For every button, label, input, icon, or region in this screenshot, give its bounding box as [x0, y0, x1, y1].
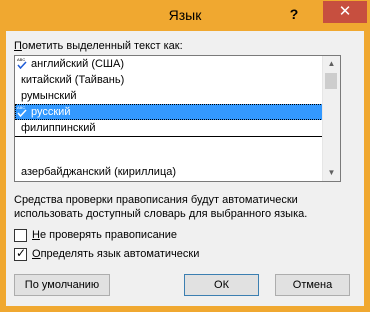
svg-text:ABC: ABC	[17, 57, 25, 62]
list-item	[15, 136, 323, 152]
list-item[interactable]: ABC английский (США)	[15, 56, 323, 72]
list-item[interactable]: румынский	[15, 88, 323, 104]
list-item-label: азербайджанский (латиница)	[21, 180, 170, 181]
list-item[interactable]: ABC русский	[15, 104, 323, 120]
list-item-label: английский (США)	[31, 58, 125, 70]
no-spellcheck-label[interactable]: Не проверять правописание	[32, 228, 177, 242]
dialog-title: Язык	[168, 7, 202, 23]
list-item-label: румынский	[21, 90, 77, 102]
scroll-up-icon[interactable]: ▲	[323, 56, 340, 72]
list-item-label: азербайджанский (кириллица)	[21, 166, 177, 178]
spellcheck-icon: ABC	[17, 57, 27, 69]
close-button[interactable]: ✕	[323, 1, 367, 23]
list-item[interactable]: азербайджанский (кириллица)	[15, 164, 323, 180]
checkmark-icon: ✓	[16, 246, 27, 260]
auto-detect-label[interactable]: Определять язык автоматически	[32, 247, 199, 261]
list-label-text: Пометить выделенный текст как:	[14, 40, 183, 52]
ok-button[interactable]: ОК	[184, 274, 259, 296]
list-item[interactable]: филиппинский	[15, 120, 323, 137]
svg-text:ABC: ABC	[17, 105, 25, 110]
language-dialog: Язык ? ✕ Пометить выделенный текст как: …	[0, 0, 370, 312]
scroll-down-icon[interactable]: ▼	[323, 165, 340, 181]
language-list-items: ABC английский (США) китайский (Тайвань) ру…	[15, 56, 323, 181]
help-button[interactable]: ?	[280, 3, 308, 25]
list-item-label: китайский (Тайвань)	[21, 74, 125, 86]
scroll-thumb[interactable]	[325, 73, 337, 89]
list-item[interactable]: азербайджанский (латиница)	[15, 180, 323, 181]
title-bar[interactable]: Язык ? ✕	[0, 0, 370, 31]
spellcheck-icon: ABC	[17, 105, 27, 117]
language-list[interactable]: ABC английский (США) китайский (Тайвань) ру…	[14, 55, 341, 182]
list-item-label: филиппинский	[21, 122, 96, 134]
auto-detect-checkbox[interactable]: ✓	[14, 246, 27, 261]
list-label: Пометить выделенный текст как:	[14, 40, 183, 52]
list-item-label: русский	[31, 106, 71, 118]
set-default-button[interactable]: По умолчанию	[14, 274, 110, 296]
list-scrollbar[interactable]: ▲ ▼	[322, 56, 340, 181]
no-spellcheck-checkbox[interactable]	[14, 229, 27, 242]
list-item[interactable]: китайский (Тайвань)	[15, 72, 323, 88]
cancel-button[interactable]: Отмена	[275, 274, 350, 296]
description-text: Средства проверки правописания будут авт…	[14, 194, 308, 220]
dialog-body: Пометить выделенный текст как: ABC англий…	[6, 31, 364, 306]
